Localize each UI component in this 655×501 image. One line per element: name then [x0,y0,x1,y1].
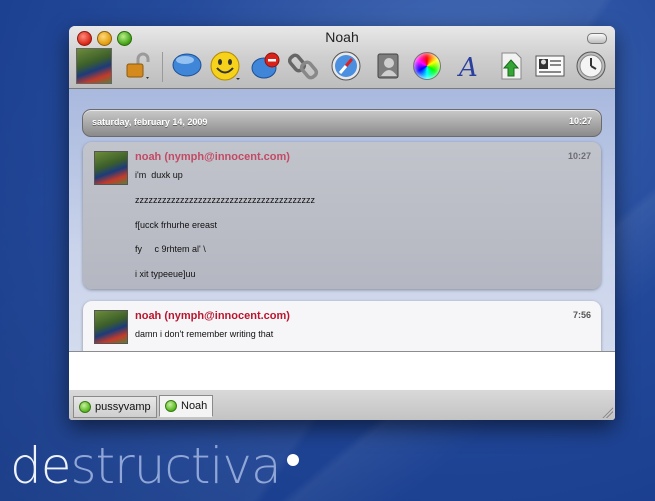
resize-grip-icon[interactable] [601,406,613,418]
clock-icon[interactable] [575,50,607,82]
font-icon[interactable]: A [451,50,483,82]
tab-noah[interactable]: Noah [159,395,214,417]
message-time: 7:56 [572,310,591,320]
desktop-watermark: destructiva [10,436,299,496]
avatar [94,151,128,185]
address-book-icon[interactable] [372,50,404,82]
message-time: 10:27 [567,151,591,161]
status-available-icon [165,400,177,412]
message-sender: noah (nymph@innocent.com) [135,151,290,163]
message-sender: noah (nymph@innocent.com) [135,310,290,322]
date-time: 10:27 [568,116,592,126]
message-bubble-icon[interactable] [171,50,203,82]
message-bubble: noah (nymph@innocent.com) 7:56 damn i do… [83,301,601,351]
status-available-icon [79,401,91,413]
tab-bar: pussyvamp Noah [69,390,615,420]
watermark-dark-text: de [10,437,71,495]
message-line: i'm duxk up [135,170,183,180]
toolbar-separator [162,52,163,82]
window-title: Noah [325,29,359,45]
safari-icon[interactable] [330,50,362,82]
message-line: damn i don't remember writing that [135,329,274,339]
contact-card-icon[interactable] [534,50,566,82]
avatar [94,310,128,344]
message-line: i xit typeeue]uu [135,269,196,279]
date-label: saturday, february 14, 2009 [92,117,208,127]
message-line: f[ucck frhurhe ereast [135,220,218,230]
tab-pussyvamp[interactable]: pussyvamp [73,396,157,418]
chat-transcript[interactable]: saturday, february 14, 2009 10:27 noah (… [69,89,615,351]
message-line: fy c 9rhtem al' \ [135,244,206,254]
title-bar[interactable]: Noah A [69,26,615,89]
message-line: zzzzzzzzzzzzzzzzzzzzzzzzzzzzzzzzzzzzzzzz [135,195,315,205]
smiley-icon[interactable] [209,50,241,82]
message-bubble: noah (nymph@innocent.com) 10:27 i'm duxk… [83,142,601,289]
color-wheel-icon[interactable] [411,50,443,82]
chat-window: Noah A saturday, february 14, 2009 10:27… [69,26,615,420]
tab-label: pussyvamp [95,401,151,413]
send-file-icon[interactable] [495,50,527,82]
svg-text:A: A [457,53,478,82]
tab-label: Noah [181,400,208,412]
lock-icon[interactable] [121,50,153,82]
message-input[interactable] [69,351,615,391]
watermark-light-text: structiva [70,437,282,495]
buddy-picture[interactable] [76,48,112,84]
toolbar-toggle-button[interactable] [587,33,607,44]
link-icon[interactable] [288,50,320,82]
block-icon[interactable] [250,50,282,82]
watermark-dot [286,454,299,466]
date-separator: saturday, february 14, 2009 10:27 [82,109,602,137]
